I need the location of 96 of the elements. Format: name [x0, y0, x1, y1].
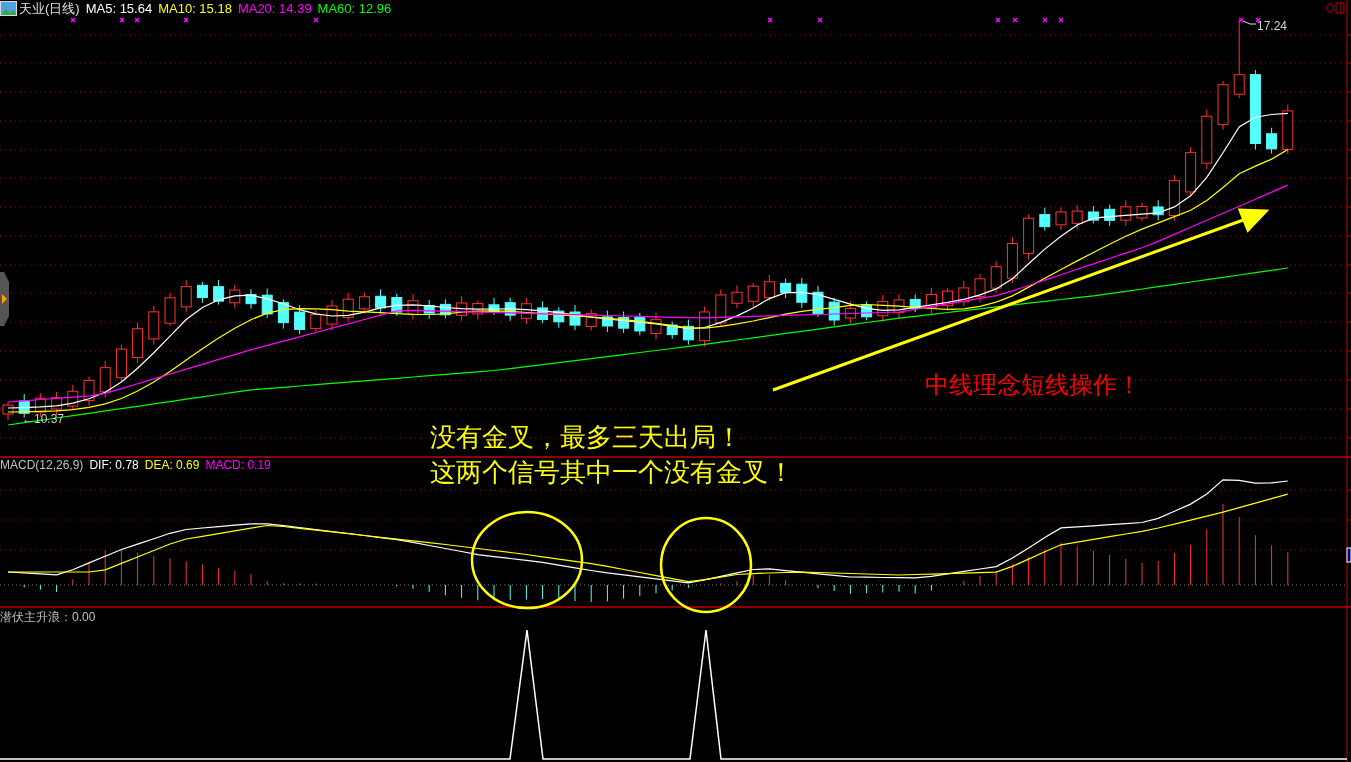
- candlestick: [310, 309, 322, 334]
- indicator-title: 潜伏主升浪：0.00: [0, 611, 96, 623]
- candlestick: [115, 344, 127, 382]
- leader-line: [1242, 20, 1257, 25]
- candlestick: [213, 279, 225, 306]
- candlestick: [472, 300, 484, 321]
- candlestick: [682, 319, 694, 346]
- candlestick: [1201, 109, 1213, 170]
- candlestick: [1120, 199, 1132, 227]
- candlestick: [504, 297, 516, 322]
- candlestick: [958, 280, 970, 307]
- candlestick: [229, 284, 241, 310]
- annotation-text: 没有金叉，最多三天出局！: [430, 424, 742, 450]
- candlestick: [601, 310, 613, 333]
- candlestick: [1266, 127, 1278, 154]
- candlestick: [1136, 202, 1148, 222]
- candlestick: [261, 287, 273, 319]
- indicator-value: DEA: 0.69: [144, 459, 200, 471]
- candlestick: [277, 298, 289, 330]
- candlestick: [456, 295, 468, 322]
- candlestick: [99, 360, 111, 399]
- candlestick: [553, 306, 565, 329]
- candlestick: [83, 376, 95, 407]
- candlestick: [1023, 213, 1035, 260]
- candlestick: [812, 285, 824, 318]
- candlestick: [699, 306, 711, 348]
- candlestick: [861, 300, 873, 321]
- candlestick: [585, 308, 597, 331]
- candlestick: [844, 300, 856, 324]
- indicator-value: MA10: 15.18: [158, 2, 232, 15]
- candlestick: [391, 293, 403, 317]
- candlestick: [942, 287, 954, 311]
- annotation-text: 中线理念短线操作！: [925, 373, 1141, 397]
- indicator-value: MACD: 0.19: [205, 459, 271, 471]
- candlestick: [67, 384, 79, 411]
- candlestick: [342, 292, 354, 323]
- diamond-icon[interactable]: [1325, 2, 1335, 14]
- indicator-value: DIF: 0.78: [89, 459, 139, 471]
- candlestick: [893, 293, 905, 319]
- indicator-value: MA20: 14.39: [237, 2, 312, 15]
- candlestick: [520, 297, 532, 325]
- indicator-value: MA5: 15.64: [85, 2, 153, 15]
- candlestick: [715, 289, 727, 328]
- candlestick: [1185, 146, 1197, 196]
- candlestick: [1006, 236, 1018, 284]
- candlestick: [423, 299, 435, 320]
- candlestick: [196, 281, 208, 304]
- candlestick: [909, 293, 921, 313]
- candlestick: [180, 279, 192, 313]
- candlestick: [569, 304, 581, 331]
- annotation-text: 这两个信号其中一个没有金叉！: [430, 459, 794, 485]
- candlestick: [634, 312, 646, 336]
- candlestick: [375, 288, 387, 315]
- candlestick: [1217, 80, 1229, 131]
- candlestick: [974, 273, 986, 303]
- panel-layout-icon[interactable]: [1335, 2, 1345, 14]
- side-panel-handle[interactable]: [0, 272, 9, 326]
- candlestick: [148, 305, 160, 346]
- candlestick: [1282, 104, 1294, 155]
- candlestick: [294, 304, 306, 335]
- candlestick: [1039, 207, 1051, 231]
- candlestick: [877, 294, 889, 323]
- candlestick: [666, 321, 678, 340]
- candlestick: [650, 312, 662, 341]
- candlestick: [1055, 207, 1067, 231]
- candlestick: [439, 298, 451, 319]
- candlestick: [164, 292, 176, 327]
- candlestick: [132, 321, 144, 364]
- indicator-title: MACD(12,26,9): [0, 459, 84, 471]
- picture-icon[interactable]: [0, 1, 17, 16]
- candlestick: [990, 260, 1002, 293]
- candlestick: [780, 278, 792, 299]
- candlestick: [488, 297, 500, 316]
- candlestick: [51, 391, 63, 416]
- candlestick: [925, 287, 937, 315]
- candlestick: [407, 293, 419, 320]
- candlestick: [1071, 204, 1083, 230]
- scale-marker: [1346, 547, 1351, 563]
- stock-title: 天业(日线): [19, 2, 80, 15]
- candlestick: [358, 291, 370, 315]
- candlestick: [245, 288, 257, 310]
- candlestick: [731, 285, 743, 309]
- candlestick: [1152, 199, 1164, 221]
- candlestick: [828, 297, 840, 327]
- candlestick: [1168, 174, 1180, 222]
- candlestick: [796, 277, 808, 309]
- price-label: 17.24: [1257, 20, 1288, 32]
- candlestick: [326, 299, 338, 331]
- candlestick: [537, 300, 549, 324]
- candlestick: [618, 311, 630, 334]
- candlestick: [1104, 204, 1116, 227]
- play-icon: [2, 294, 7, 304]
- candlestick: [1087, 205, 1099, 224]
- indicator-value: MA60: 12.96: [317, 2, 392, 15]
- candlestick: [763, 274, 775, 302]
- candlestick: [747, 282, 759, 308]
